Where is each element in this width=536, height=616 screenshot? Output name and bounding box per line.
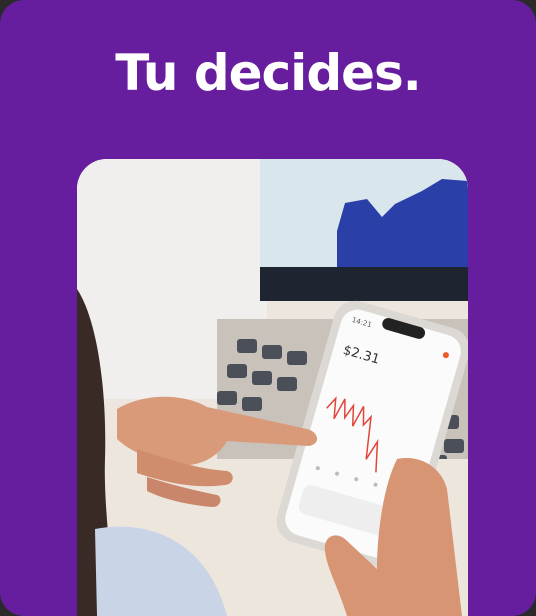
hero-photo: 14:21 $2.31 bbox=[77, 159, 468, 616]
headline: Tu decides. bbox=[115, 44, 422, 102]
hero-photo-illustration: 14:21 $2.31 bbox=[77, 159, 468, 616]
promo-card: Tu decides. 14:21 $2.31 bbox=[0, 0, 536, 616]
